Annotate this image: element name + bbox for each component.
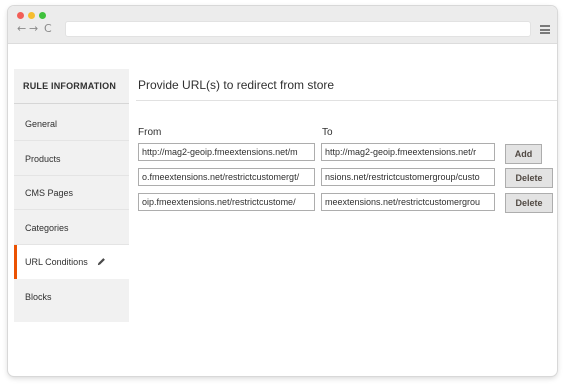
sidebar-item-label: Blocks (25, 292, 52, 302)
browser-titlebar: ← → C (8, 6, 557, 44)
to-url-input[interactable]: http://mag2-geoip.fmeextensions.net/r (321, 143, 495, 161)
delete-row-button[interactable]: Delete (505, 168, 553, 188)
reload-icon[interactable]: C (44, 23, 52, 35)
sidebar-item-products[interactable]: Products (14, 142, 129, 176)
sidebar-item-label: Products (25, 154, 61, 164)
from-url-value: oip.fmeextensions.net/restrictcustome/ (142, 197, 296, 207)
hamburger-menu-icon[interactable] (540, 25, 550, 34)
sidebar-item-url-conditions[interactable]: URL Conditions (14, 245, 129, 279)
sidebar-title: RULE INFORMATION (14, 69, 129, 104)
maximize-window-icon[interactable] (39, 12, 46, 19)
sidebar-item-cms-pages[interactable]: CMS Pages (14, 176, 129, 210)
to-url-input[interactable]: nsions.net/restrictcustomergroup/custo (321, 168, 495, 186)
from-url-input[interactable]: oip.fmeextensions.net/restrictcustome/ (138, 193, 315, 211)
to-url-value: meextensions.net/restrictcustomergrou (325, 197, 481, 207)
to-column-label: To (322, 127, 333, 138)
rule-sidebar: RULE INFORMATION General Products CMS Pa… (14, 69, 129, 322)
to-url-input[interactable]: meextensions.net/restrictcustomergrou (321, 193, 495, 211)
section-title: Provide URL(s) to redirect from store (138, 78, 335, 92)
sidebar-item-label: URL Conditions (25, 257, 88, 267)
from-url-value: o.fmeextensions.net/restrictcustomergt/ (142, 172, 300, 182)
to-url-value: nsions.net/restrictcustomergroup/custo (325, 172, 480, 182)
sidebar-item-label: CMS Pages (25, 188, 74, 198)
from-column-label: From (138, 127, 162, 138)
sidebar-item-blocks[interactable]: Blocks (14, 280, 129, 314)
sidebar-item-categories[interactable]: Categories (14, 211, 129, 245)
to-url-value: http://mag2-geoip.fmeextensions.net/r (325, 147, 477, 157)
close-window-icon[interactable] (17, 12, 24, 19)
minimize-window-icon[interactable] (28, 12, 35, 19)
from-url-input[interactable]: http://mag2-geoip.fmeextensions.net/m (138, 143, 315, 161)
sidebar-item-label: General (25, 119, 58, 129)
add-row-button[interactable]: Add (505, 144, 542, 164)
forward-arrow-icon[interactable]: → (29, 23, 38, 35)
from-url-value: http://mag2-geoip.fmeextensions.net/m (142, 147, 298, 157)
delete-row-button[interactable]: Delete (505, 193, 553, 213)
back-arrow-icon[interactable]: ← (17, 23, 26, 35)
from-url-input[interactable]: o.fmeextensions.net/restrictcustomergt/ (138, 168, 315, 186)
sidebar-item-label: Categories (25, 223, 69, 233)
sidebar-item-general[interactable]: General (14, 107, 129, 141)
address-bar[interactable] (65, 21, 531, 37)
title-divider (136, 100, 557, 101)
pencil-icon (97, 258, 105, 266)
browser-window: ← → C RULE INFORMATION General Products … (8, 6, 557, 376)
